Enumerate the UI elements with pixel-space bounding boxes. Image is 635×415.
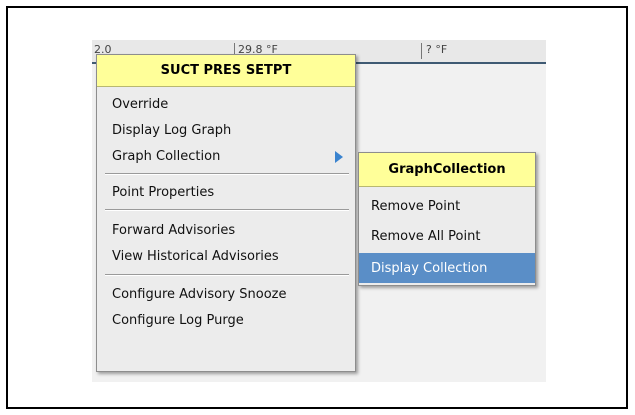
menu-divider [105, 274, 349, 276]
menu-item-forward-advisories[interactable]: Forward Advisories [97, 217, 355, 243]
submenu-item-display-collection[interactable]: Display Collection [359, 253, 535, 283]
submenu-title: GraphCollection [359, 153, 535, 187]
menu-item-graph-collection[interactable]: Graph Collection [97, 143, 355, 169]
column-divider [421, 43, 422, 59]
graph-collection-submenu: GraphCollection Remove Point Remove All … [358, 152, 536, 286]
submenu-item-remove-point[interactable]: Remove Point [359, 191, 535, 221]
point-context-menu: SUCT PRES SETPT Override Display Log Gra… [96, 54, 356, 372]
menu-divider [105, 209, 349, 211]
menu-item-override[interactable]: Override [97, 91, 355, 117]
chevron-right-icon [335, 151, 343, 163]
menu-item-configure-advisory-snooze[interactable]: Configure Advisory Snooze [97, 281, 355, 307]
menu-item-display-log-graph[interactable]: Display Log Graph [97, 117, 355, 143]
menu-item-view-historical-advisories[interactable]: View Historical Advisories [97, 243, 355, 269]
menu-item-configure-log-purge[interactable]: Configure Log Purge [97, 307, 355, 333]
menu-item-label: Graph Collection [112, 148, 221, 164]
menu-divider [105, 173, 349, 175]
table-cell-value: ? °F [426, 43, 448, 56]
menu-title: SUCT PRES SETPT [97, 55, 355, 87]
menu-item-point-properties[interactable]: Point Properties [97, 179, 355, 205]
submenu-item-remove-all-point[interactable]: Remove All Point [359, 221, 535, 251]
